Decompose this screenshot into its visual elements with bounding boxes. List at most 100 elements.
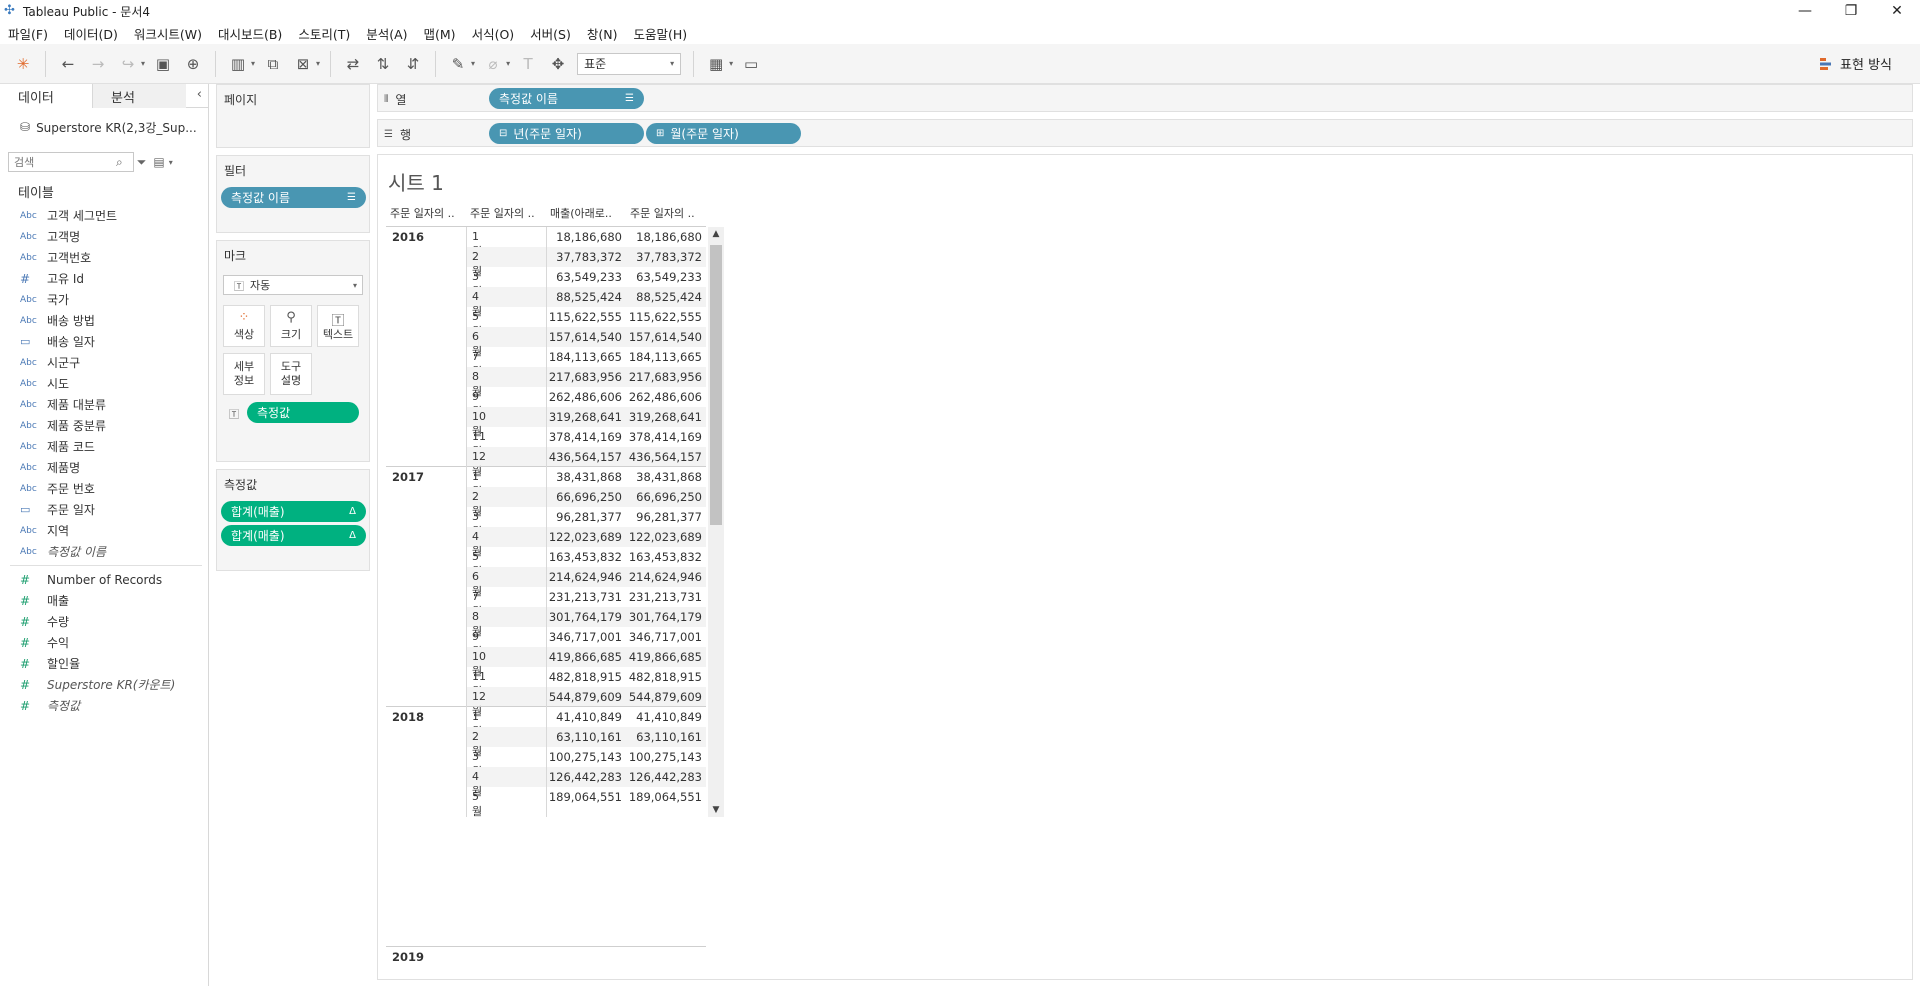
year-cell[interactable]: 2018 [392,710,424,724]
dimension-field[interactable]: ▭ 주문 일자 [0,499,208,520]
sales-value-cell[interactable]: 63,110,161 [546,730,622,744]
scrollbar-thumb[interactable] [710,245,722,525]
running-total-cell[interactable]: 231,213,731 [626,590,702,604]
menu-map[interactable]: 맵(M) [424,24,456,43]
dimension-field[interactable]: Abc 지역 [0,520,208,541]
menu-server[interactable]: 서버(S) [530,24,571,43]
menu-file[interactable]: 파일(F) [8,24,48,43]
swap-rows-columns-icon[interactable]: ⇄ [340,51,366,77]
sales-value-cell[interactable]: 319,268,641 [546,410,622,424]
running-total-cell[interactable]: 346,717,001 [626,630,702,644]
measure-field[interactable]: # 수익 [0,632,208,653]
undo-icon[interactable]: ← [55,51,81,77]
rows-pill-month[interactable]: ⊞ 월(주문 일자) [646,123,801,144]
running-total-cell[interactable]: 96,281,377 [626,510,702,524]
dimension-field[interactable]: Abc 고객번호 [0,247,208,268]
sales-value-cell[interactable]: 66,696,250 [546,490,622,504]
dimension-field[interactable]: Abc 제품 코드 [0,436,208,457]
running-total-cell[interactable]: 217,683,956 [626,370,702,384]
measure-field[interactable]: # 측정값 [0,695,208,716]
fix-axes-icon[interactable]: ✥ [545,51,571,77]
save-icon[interactable]: ▣ [150,51,176,77]
sales-value-cell[interactable]: 122,023,689 [546,530,622,544]
label-button[interactable]: 🅃 텍스트 [317,305,359,347]
sales-value-cell[interactable]: 184,113,665 [546,350,622,364]
worksheet[interactable]: 시트 1 주문 일자의 .. 주문 일자의 .. 매출(아래로.. 주문 일자의 ..… [377,154,1913,980]
new-datasource-icon[interactable]: ⊕ [180,51,206,77]
running-total-cell[interactable]: 126,442,283 [626,770,702,784]
sales-value-cell[interactable]: 189,064,551 [546,790,622,804]
scroll-down-icon[interactable]: ▼ [708,805,724,815]
sheet-title[interactable]: 시트 1 [388,167,444,196]
marks-type-select[interactable]: 🅃 자동 ▾ [223,275,363,295]
tab-analysis[interactable]: 분석 [93,84,186,108]
chevron-down-icon[interactable]: ▾ [169,158,173,167]
sales-value-cell[interactable]: 262,486,606 [546,390,622,404]
running-total-cell[interactable]: 88,525,424 [626,290,702,304]
running-total-cell[interactable]: 122,023,689 [626,530,702,544]
running-total-cell[interactable]: 301,764,179 [626,610,702,624]
rows-shelf[interactable]: ☰ 행 ⊟ 년(주문 일자) ⊞ 월(주문 일자) [377,119,1913,147]
dimension-field[interactable]: Abc 고객명 [0,226,208,247]
measure-field[interactable]: # Number of Records [0,569,208,590]
dimension-field[interactable]: Abc 측정값 이름 [0,541,208,562]
column-header[interactable]: 주문 일자의 .. [390,205,464,225]
sales-value-cell[interactable]: 231,213,731 [546,590,622,604]
running-total-cell[interactable]: 18,186,680 [626,230,702,244]
running-total-cell[interactable]: 157,614,540 [626,330,702,344]
chevron-down-icon[interactable]: ▾ [506,59,510,68]
group-icon[interactable]: ⌀ [480,51,506,77]
measure-field[interactable]: # Superstore KR(카운트) [0,674,208,695]
sort-descending-icon[interactable]: ⇵ [400,51,426,77]
dimension-field[interactable]: Abc 주문 번호 [0,478,208,499]
show-cards-icon[interactable]: ▦ [703,51,729,77]
running-total-cell[interactable]: 100,275,143 [626,750,702,764]
filter-icon[interactable]: ⏷ [137,155,147,170]
sales-value-cell[interactable]: 157,614,540 [546,330,622,344]
running-total-cell[interactable]: 38,431,868 [626,470,702,484]
measure-pill-sales-2[interactable]: 합계(매출) Δ [221,525,366,546]
running-total-cell[interactable]: 214,624,946 [626,570,702,584]
running-total-cell[interactable]: 319,268,641 [626,410,702,424]
datasource-item[interactable]: ⛁ Superstore KR(2,3강_Sup... [0,114,208,140]
running-total-cell[interactable]: 63,110,161 [626,730,702,744]
running-total-cell[interactable]: 37,783,372 [626,250,702,264]
labels-icon[interactable]: T [515,51,541,77]
menu-format[interactable]: 서식(O) [472,24,515,43]
running-total-cell[interactable]: 66,696,250 [626,490,702,504]
chevron-down-icon[interactable]: ▾ [316,59,320,68]
dimension-field[interactable]: Abc 제품 대분류 [0,394,208,415]
view-options-icon[interactable]: ▤ [153,155,164,169]
running-total-cell[interactable]: 419,866,685 [626,650,702,664]
sales-value-cell[interactable]: 115,622,555 [546,310,622,324]
close-icon[interactable]: ✕ [1874,0,1920,22]
duplicate-sheet-icon[interactable]: ⧉ [260,51,286,77]
month-cell[interactable]: 5월 [472,790,482,819]
columns-pill-measure-names[interactable]: 측정값 이름 ☰ [489,88,644,109]
chevron-down-icon[interactable]: ▾ [729,59,733,68]
chevron-down-icon[interactable]: ▾ [471,59,475,68]
sales-value-cell[interactable]: 96,281,377 [546,510,622,524]
replay-icon[interactable]: ↪ [115,51,141,77]
clear-sheet-icon[interactable]: ⊠ [290,51,316,77]
dimension-field[interactable]: Abc 제품명 [0,457,208,478]
color-button[interactable]: ⁘ 색상 [223,305,265,347]
measure-pill-sales-1[interactable]: 합계(매출) Δ [221,501,366,522]
sales-value-cell[interactable]: 419,866,685 [546,650,622,664]
show-me-button[interactable]: 표현 방식 [1820,54,1892,73]
tooltip-button[interactable]: 도구 설명 [270,353,312,395]
sales-value-cell[interactable]: 378,414,169 [546,430,622,444]
scroll-up-icon[interactable]: ▲ [708,229,724,239]
running-total-cell[interactable]: 436,564,157 [626,450,702,464]
running-total-cell[interactable]: 63,549,233 [626,270,702,284]
dimension-field[interactable]: Abc 시도 [0,373,208,394]
sales-value-cell[interactable]: 88,525,424 [546,290,622,304]
sales-value-cell[interactable]: 217,683,956 [546,370,622,384]
size-button[interactable]: ⚲ 크기 [270,305,312,347]
dimension-field[interactable]: Abc 국가 [0,289,208,310]
presentation-mode-icon[interactable]: ▭ [738,51,764,77]
menu-worksheet[interactable]: 워크시트(W) [134,24,202,43]
filter-pill-measure-names[interactable]: 측정값 이름 ☰ [221,187,366,208]
sales-value-cell[interactable]: 482,818,915 [546,670,622,684]
dimension-field[interactable]: ▭ 배송 일자 [0,331,208,352]
